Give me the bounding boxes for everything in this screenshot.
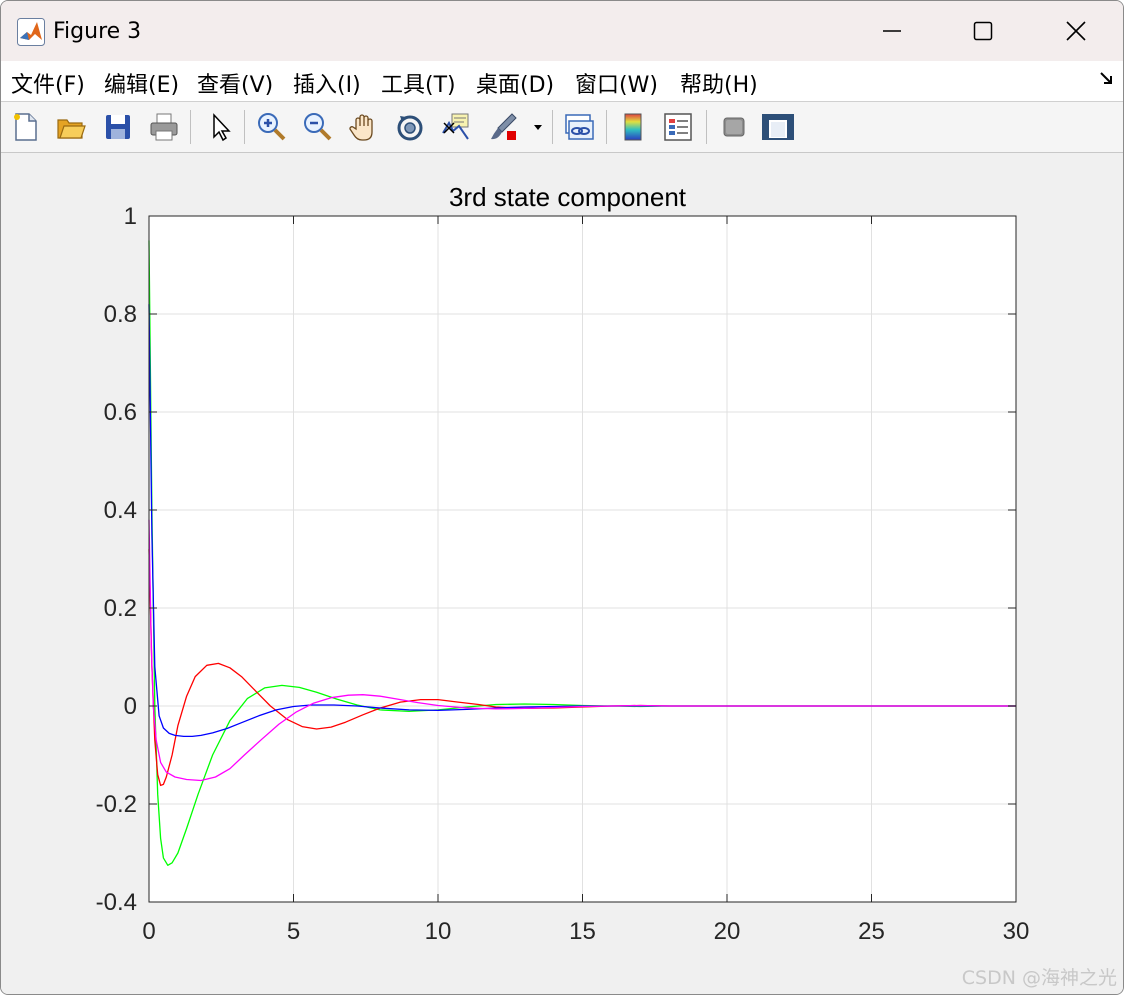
x-tick-label: 30 bbox=[1003, 918, 1030, 945]
open-icon bbox=[57, 119, 86, 139]
toolbar-separator bbox=[606, 110, 607, 144]
x-tick-label: 20 bbox=[714, 918, 741, 945]
dock-arrow-icon[interactable] bbox=[1099, 71, 1115, 87]
pointer-button[interactable] bbox=[202, 109, 238, 145]
minimize-icon bbox=[883, 30, 901, 32]
zoom-in-icon bbox=[258, 113, 286, 141]
y-tick-label: -0.2 bbox=[96, 791, 137, 818]
menu-view[interactable]: 查看(V) bbox=[197, 67, 273, 99]
y-tick-label: 0.6 bbox=[104, 399, 137, 426]
window-title: Figure 3 bbox=[53, 19, 142, 44]
hide-plot-tools-icon bbox=[723, 117, 745, 137]
close-icon bbox=[1066, 21, 1086, 41]
new-figure-icon bbox=[14, 113, 37, 141]
y-tick-label: 1 bbox=[124, 203, 137, 230]
dropdown-arrow-icon bbox=[534, 125, 542, 130]
zoom-out-icon bbox=[304, 113, 332, 141]
y-tick-label: 0.4 bbox=[104, 497, 137, 524]
zoom-in-button[interactable] bbox=[253, 109, 289, 145]
toolbar-separator bbox=[552, 110, 553, 144]
menu-window[interactable]: 窗口(W) bbox=[575, 67, 658, 99]
x-tick-label: 25 bbox=[858, 918, 885, 945]
figure-toolbar bbox=[1, 102, 1123, 153]
save-icon bbox=[106, 115, 130, 139]
title-bar: Figure 3 bbox=[1, 1, 1123, 61]
hide-plot-tools-button[interactable] bbox=[716, 109, 752, 145]
minimize-button[interactable] bbox=[864, 9, 920, 53]
y-tick-label: 0 bbox=[124, 693, 137, 720]
data-cursor-icon bbox=[442, 113, 469, 140]
link-plot-button[interactable] bbox=[561, 109, 597, 145]
rotate-button[interactable] bbox=[392, 109, 428, 145]
pointer-icon bbox=[213, 113, 231, 142]
close-button[interactable] bbox=[1048, 9, 1104, 53]
menu-insert[interactable]: 插入(I) bbox=[293, 67, 361, 99]
x-tick-label: 5 bbox=[287, 918, 300, 945]
brush-icon bbox=[491, 113, 517, 140]
menu-tools[interactable]: 工具(T) bbox=[381, 67, 456, 99]
save-button[interactable] bbox=[100, 109, 136, 145]
x-tick-label: 0 bbox=[142, 918, 155, 945]
menu-file[interactable]: 文件(F) bbox=[11, 67, 85, 99]
link-plot-icon bbox=[565, 114, 594, 140]
print-button[interactable] bbox=[146, 109, 182, 145]
menu-edit[interactable]: 编辑(E) bbox=[104, 67, 179, 99]
menu-desktop[interactable]: 桌面(D) bbox=[476, 67, 554, 99]
x-tick-label: 10 bbox=[425, 918, 452, 945]
zoom-out-button[interactable] bbox=[299, 109, 335, 145]
print-icon bbox=[150, 113, 178, 141]
matlab-logo-icon bbox=[17, 18, 45, 46]
pan-hand-icon bbox=[349, 114, 373, 141]
rotate-3d-icon bbox=[397, 115, 423, 141]
menu-help[interactable]: 帮助(H) bbox=[680, 67, 758, 99]
x-tick-label: 15 bbox=[569, 918, 596, 945]
data-cursor-button[interactable] bbox=[438, 109, 474, 145]
figure-canvas: 0 5 10 15 20 25 30 -0.4 -0.2 0 0.2 0.4 0.6 0.8 1 3rd st… bbox=[1, 153, 1123, 994]
watermark-text: CSDN @海神之光 bbox=[961, 967, 1117, 989]
y-tick-label: -0.4 bbox=[96, 889, 137, 916]
figure-window: Figure 3 文件(F) 编辑(E) 查看(V) 插入(I) 工具(T) 桌… bbox=[0, 0, 1124, 995]
new-figure-button[interactable] bbox=[7, 109, 43, 145]
toolbar-separator bbox=[244, 110, 245, 144]
y-tick-label: 0.8 bbox=[104, 301, 137, 328]
toolbar-separator bbox=[190, 110, 191, 144]
open-button[interactable] bbox=[53, 109, 89, 145]
maximize-icon bbox=[973, 21, 993, 41]
colorbar-icon bbox=[624, 113, 642, 141]
line-plot[interactable]: 0 5 10 15 20 25 30 -0.4 -0.2 0 0.2 0.4 0.6 0.8 1 3rd st… bbox=[1, 153, 1123, 994]
maximize-button[interactable] bbox=[955, 9, 1011, 53]
chart-title: 3rd state component bbox=[449, 182, 687, 212]
brush-dropdown[interactable] bbox=[528, 109, 548, 145]
toolbar-separator bbox=[706, 110, 707, 144]
pan-button[interactable] bbox=[346, 109, 382, 145]
y-tick-label: 0.2 bbox=[104, 595, 137, 622]
show-plot-tools-button[interactable] bbox=[760, 109, 796, 145]
colorbar-button[interactable] bbox=[615, 109, 651, 145]
legend-icon bbox=[664, 113, 692, 141]
legend-button[interactable] bbox=[660, 109, 696, 145]
show-plot-tools-icon bbox=[762, 114, 794, 140]
menu-bar: 文件(F) 编辑(E) 查看(V) 插入(I) 工具(T) 桌面(D) 窗口(W… bbox=[1, 61, 1123, 102]
brush-button[interactable] bbox=[486, 109, 522, 145]
